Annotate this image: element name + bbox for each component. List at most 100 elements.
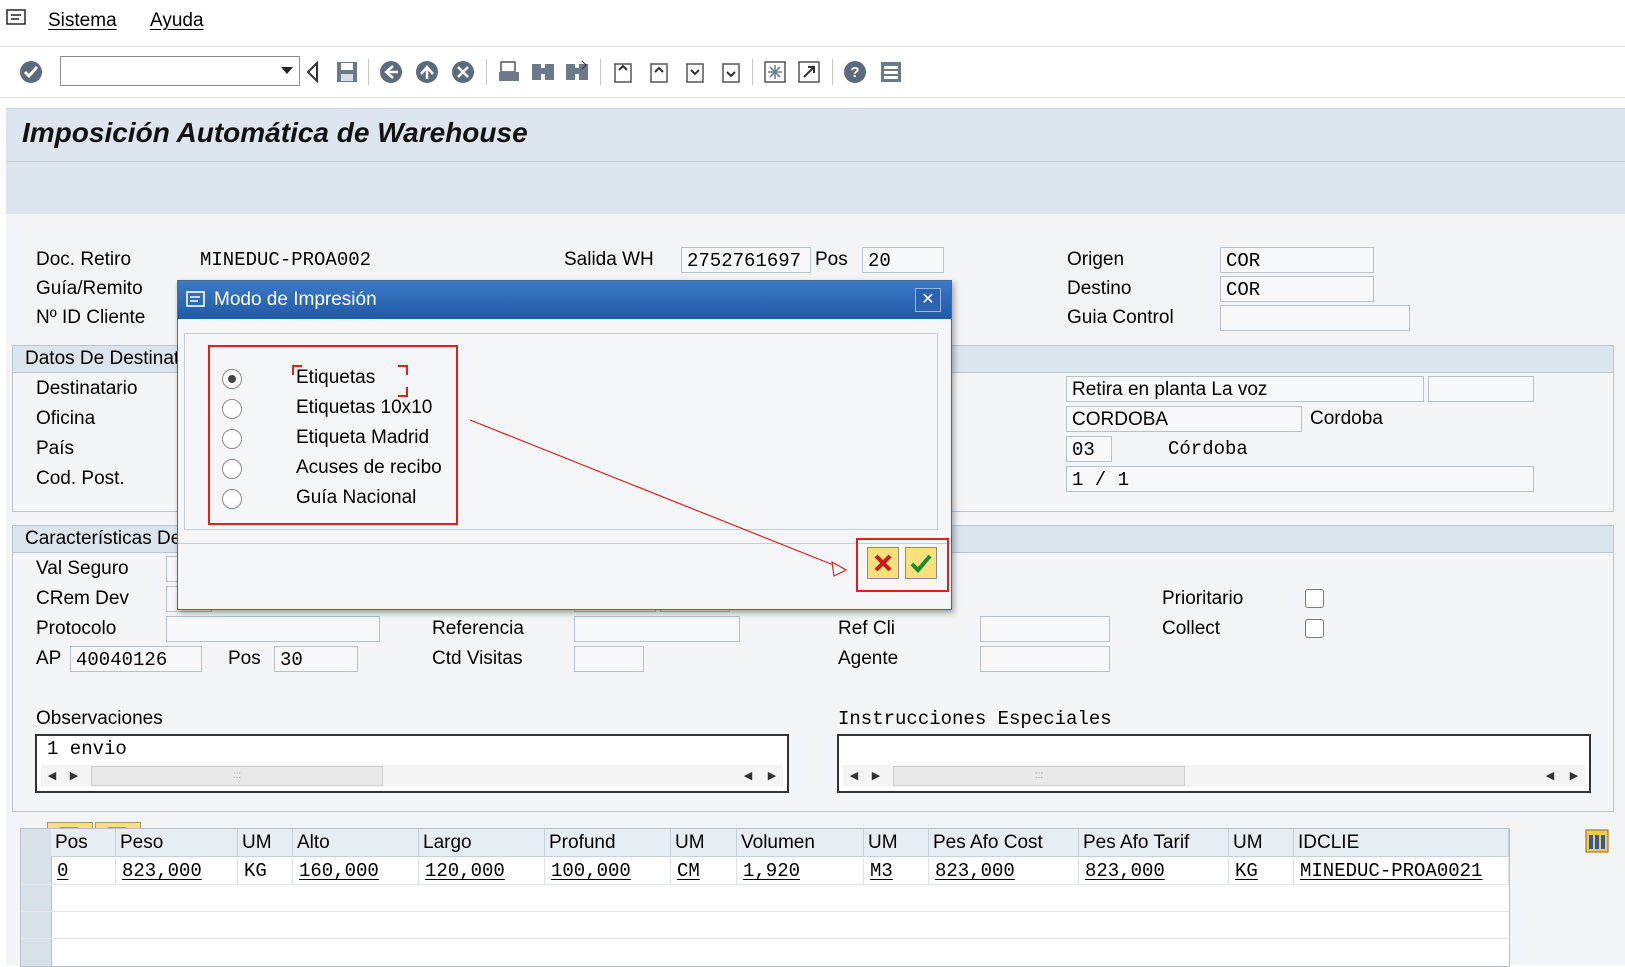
scroll-left-icon[interactable]: ◀ xyxy=(1541,765,1559,787)
table-cell[interactable]: M3 xyxy=(864,858,929,884)
dialog-titlebar[interactable]: Modo de Impresión ✕ xyxy=(178,281,951,319)
col-header-um[interactable]: UM xyxy=(1229,829,1294,857)
table-cell[interactable]: 120,000 xyxy=(419,858,545,884)
retira-field[interactable]: Retira en planta La voz xyxy=(1066,376,1424,402)
table-settings-icon[interactable] xyxy=(1585,829,1609,859)
scroll-left-icon[interactable]: ◀ xyxy=(43,765,61,787)
dialog-title: Modo de Impresión xyxy=(214,289,377,310)
col-header-alto[interactable]: Alto xyxy=(293,829,419,857)
destino-label: Destino xyxy=(1067,278,1132,299)
table-cell[interactable]: 823,000 xyxy=(929,858,1079,884)
scroll-left-icon[interactable]: ◀ xyxy=(845,765,863,787)
destino-field[interactable]: COR xyxy=(1220,276,1374,302)
row-selector-column[interactable] xyxy=(21,829,52,966)
option-guia-nacional[interactable]: Guía Nacional xyxy=(296,487,416,509)
table-cell[interactable]: MINEDUC-PROA0021 xyxy=(1294,858,1509,884)
enter-check-icon[interactable] xyxy=(18,59,44,85)
col-header-idclie[interactable]: IDCLIE xyxy=(1294,829,1509,857)
protocolo-field[interactable] xyxy=(166,616,380,642)
radio-etiquetas[interactable] xyxy=(222,369,242,389)
pos-field[interactable]: 20 xyxy=(862,247,944,273)
observaciones-textarea[interactable]: 1 envio ◀ ▶ ::: ◀ ▶ xyxy=(35,734,789,793)
scroll-right-icon[interactable]: ▶ xyxy=(65,765,83,787)
table-cell[interactable]: KG xyxy=(1229,858,1294,884)
shortcut-icon[interactable] xyxy=(796,59,822,85)
col-header-um[interactable]: UM xyxy=(864,829,929,857)
previous-page-icon[interactable] xyxy=(646,59,672,85)
new-session-icon[interactable] xyxy=(762,59,788,85)
back-icon[interactable] xyxy=(378,59,404,85)
radio-etiquetas-10x10[interactable] xyxy=(222,399,242,419)
last-page-icon[interactable] xyxy=(718,59,744,85)
col-header-profund[interactable]: Profund xyxy=(545,829,671,857)
referencia-field[interactable] xyxy=(574,616,740,642)
radio-acuses-de-recibo[interactable] xyxy=(222,459,242,479)
col-header-pos[interactable]: Pos xyxy=(51,829,116,857)
table-cell[interactable]: 823,000 xyxy=(1079,858,1229,884)
scroll-right-icon[interactable]: ▶ xyxy=(1565,765,1583,787)
scroll-right-icon[interactable]: ▶ xyxy=(867,765,885,787)
ctd-visitas-field[interactable] xyxy=(574,646,644,672)
option-etiqueta-madrid[interactable]: Etiqueta Madrid xyxy=(296,427,429,449)
first-page-icon[interactable] xyxy=(610,59,636,85)
table-cell[interactable]: 1,920 xyxy=(737,858,864,884)
table-cell[interactable]: 100,000 xyxy=(545,858,671,884)
bultos-field[interactable]: 1 / 1 xyxy=(1066,466,1534,492)
table-cell[interactable]: 160,000 xyxy=(293,858,419,884)
salida-wh-field[interactable]: 2752761697 xyxy=(681,247,811,273)
col-header-pes-afo-cost[interactable]: Pes Afo Cost xyxy=(929,829,1079,857)
agente-field[interactable] xyxy=(980,646,1110,672)
print-icon[interactable] xyxy=(496,59,522,85)
scroll-thumb[interactable]: ::: xyxy=(91,766,383,786)
exit-icon[interactable] xyxy=(414,59,440,85)
option-acuses-de-recibo[interactable]: Acuses de recibo xyxy=(296,457,442,479)
save-icon[interactable] xyxy=(334,59,360,85)
col-header-pes-afo-tarif[interactable]: Pes Afo Tarif xyxy=(1079,829,1229,857)
menu-ayuda[interactable]: Ayuda xyxy=(150,10,204,32)
layout-menu-icon[interactable] xyxy=(878,59,904,85)
close-icon[interactable]: ✕ xyxy=(915,288,941,312)
find-icon[interactable] xyxy=(530,59,556,85)
cancel-icon[interactable] xyxy=(450,59,476,85)
instrucciones-scrollbar[interactable]: ◀ ▶ ::: ◀ ▶ xyxy=(843,765,1585,787)
print-mode-dialog: Modo de Impresión ✕ Etiquetas Etiquetas … xyxy=(177,280,952,610)
option-etiquetas-10x10[interactable]: Etiquetas 10x10 xyxy=(296,397,432,419)
option-etiquetas[interactable]: Etiquetas xyxy=(296,367,375,389)
radio-guia-nacional[interactable] xyxy=(222,489,242,509)
cancel-button[interactable] xyxy=(867,547,899,579)
scroll-left-icon[interactable]: ◀ xyxy=(739,765,757,787)
table-cell[interactable]: CM xyxy=(671,858,737,884)
find-next-icon[interactable] xyxy=(564,59,590,85)
next-page-icon[interactable] xyxy=(682,59,708,85)
region-code-field[interactable]: 03 xyxy=(1066,436,1112,462)
scroll-thumb[interactable]: ::: xyxy=(893,766,1185,786)
radio-etiqueta-madrid[interactable] xyxy=(222,429,242,449)
col-header-largo[interactable]: Largo xyxy=(419,829,545,857)
ref-cli-field[interactable] xyxy=(980,616,1110,642)
table-cell[interactable]: 823,000 xyxy=(116,858,238,884)
collect-checkbox[interactable] xyxy=(1305,619,1324,638)
guia-control-field[interactable] xyxy=(1220,305,1410,331)
origen-field[interactable]: COR xyxy=(1220,247,1374,273)
menu-sistema[interactable]: Sistema xyxy=(48,10,117,32)
help-icon[interactable]: ? xyxy=(842,59,868,85)
retira-extra-field[interactable] xyxy=(1428,376,1534,402)
col-header-um[interactable]: UM xyxy=(238,829,293,857)
col-header-peso[interactable]: Peso xyxy=(116,829,238,857)
command-field[interactable] xyxy=(60,56,300,86)
col-header-um[interactable]: UM xyxy=(671,829,737,857)
app-menu-icon[interactable] xyxy=(6,8,30,34)
caract-pos-field[interactable]: 30 xyxy=(274,646,358,672)
instrucciones-textarea[interactable]: ◀ ▶ ::: ◀ ▶ xyxy=(837,734,1591,793)
table-cell[interactable]: 0 xyxy=(51,858,116,884)
observaciones-scrollbar[interactable]: ◀ ▶ ::: ◀ ▶ xyxy=(41,765,783,787)
confirm-button[interactable] xyxy=(905,547,937,579)
scroll-right-icon[interactable]: ▶ xyxy=(763,765,781,787)
chevron-down-icon[interactable] xyxy=(281,67,293,74)
ciudad-field[interactable]: CORDOBA xyxy=(1066,406,1302,432)
ap-field[interactable]: 40040126 xyxy=(70,646,202,672)
collapse-toolbar-icon[interactable] xyxy=(300,59,326,85)
col-header-volumen[interactable]: Volumen xyxy=(737,829,864,857)
table-cell[interactable]: KG xyxy=(238,858,293,884)
prioritario-checkbox[interactable] xyxy=(1305,589,1324,608)
